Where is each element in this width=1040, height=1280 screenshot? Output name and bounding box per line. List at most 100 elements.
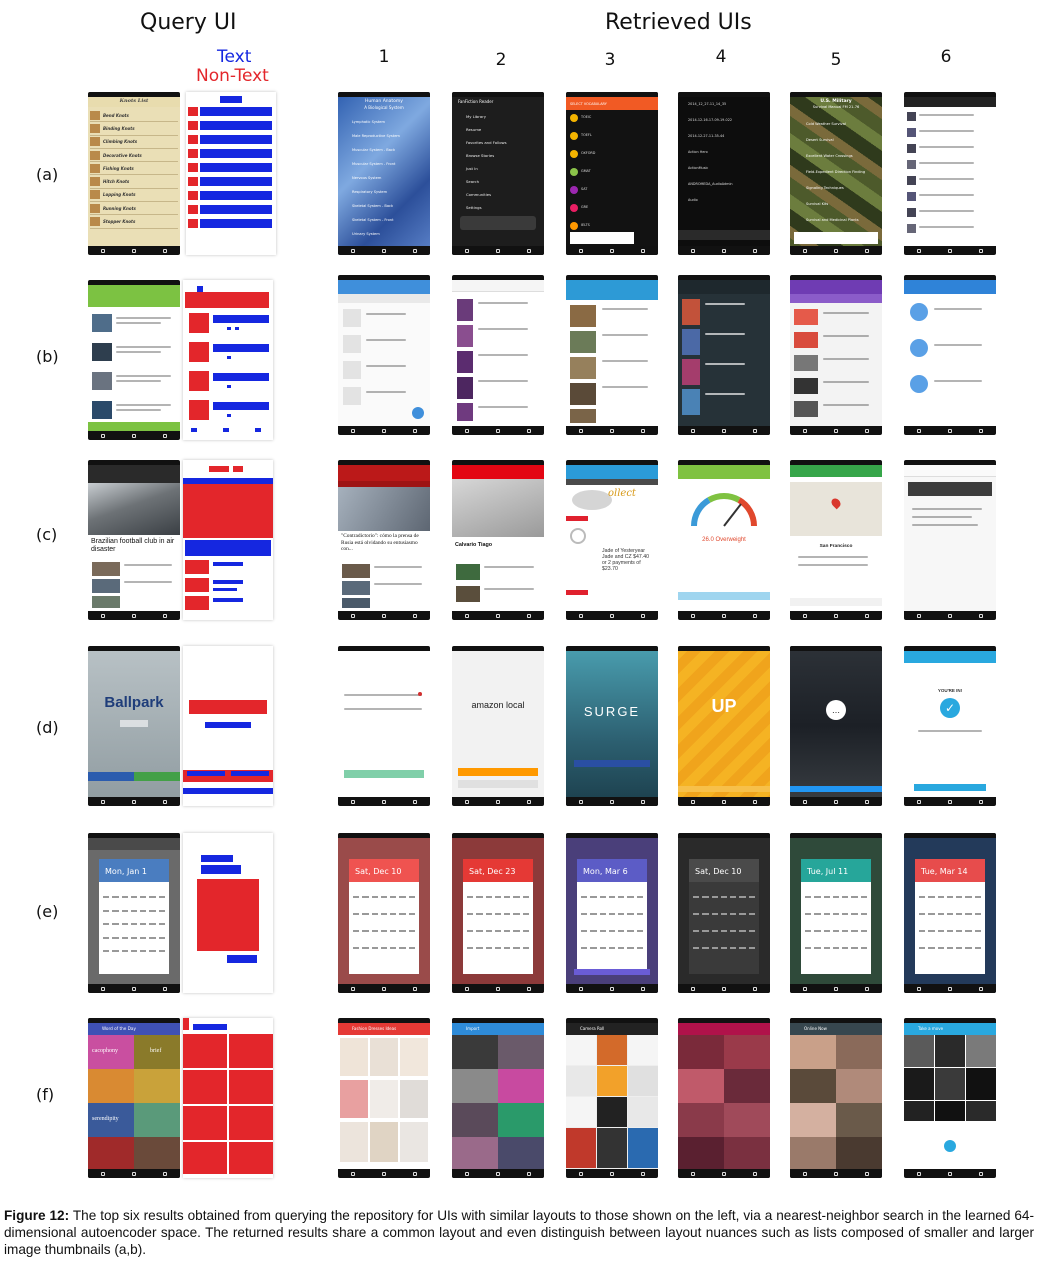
retrieved-screenshot-f-5: Online Now: [790, 1018, 882, 1178]
retrieved-screenshot-c-1: "Contradictorio": cómo la prensa de Rusi…: [338, 460, 430, 620]
list-item: Resume: [466, 127, 482, 132]
selected-date: Sat, Dec 23: [469, 866, 516, 876]
retrieved-screenshot-e-5: Tue, Jul 11: [790, 833, 882, 993]
word-tile: cacophony: [92, 1048, 118, 1054]
retrieved-screenshot-a-6: [904, 92, 996, 255]
app-title: SELECT VOCABULARY: [570, 102, 607, 106]
row-label-e: (e): [36, 902, 59, 921]
query-mask-b: [183, 280, 273, 440]
date-picker-dialog: Mon, Mar 6: [577, 858, 647, 974]
bmi-value: 26.0 Overweight: [702, 537, 746, 543]
query-screenshot-c: Brazilian football club in air disaster: [88, 460, 180, 620]
list-item: Fishing Knots: [90, 162, 178, 176]
query-screenshot-b: [88, 280, 180, 440]
selected-date: Mon, Mar 6: [583, 866, 628, 876]
word-tile: brief: [150, 1048, 162, 1054]
retrieved-screenshot-c-2: Calvario Tiago: [452, 460, 544, 620]
list-item: Climbing Knots: [90, 136, 178, 149]
app-title: Online Now: [804, 1026, 827, 1031]
retrieved-screenshot-e-6: Tue, Mar 14: [904, 833, 996, 993]
selected-date: Mon, Jan 1: [105, 866, 147, 876]
article-headline: Calvario Tiago: [455, 542, 493, 548]
app-title: Import: [466, 1026, 480, 1031]
retrieved-screenshot-f-1: Fashion Dresses Ideas: [338, 1018, 430, 1178]
retrieved-screenshot-d-6: YOU'RE IN! ✓: [904, 646, 996, 806]
date-picker-dialog: Sat, Dec 10: [689, 858, 759, 974]
retrieved-screenshot-d-4: UP: [678, 646, 770, 806]
list-item: Male Reproductive System: [352, 134, 400, 138]
query-list: Bend Knots Binding Knots Climbing Knots …: [90, 109, 178, 229]
app-title: Word of the Day: [102, 1026, 136, 1031]
list-item: TOEFL: [581, 133, 592, 137]
figure-caption-text: The top six results obtained from queryi…: [4, 1208, 1034, 1257]
column-number-2: 2: [495, 50, 507, 70]
list-item: Urinary System: [352, 232, 380, 236]
retrieved-screenshot-e-2: Sat, Dec 23: [452, 833, 544, 993]
list-item: Cold Weather Survival: [806, 122, 846, 126]
row-label-b: (b): [36, 347, 59, 366]
list-item: Muscular System - Back: [352, 148, 396, 152]
gauge-icon: [690, 493, 758, 527]
row-label-a: (a): [36, 165, 59, 184]
list-item: GMAT: [581, 169, 591, 173]
legend-non-text-label: Non-Text: [196, 66, 269, 86]
list-item: TOEIC: [581, 115, 592, 119]
retrieved-screenshot-a-1: Human Anatomy A Biological System Lympha…: [338, 92, 430, 255]
retrieved-uis-header: Retrieved UIs: [605, 10, 752, 35]
retrieved-screenshot-e-1: Sat, Dec 10: [338, 833, 430, 993]
list-item: Survival Kits: [806, 202, 829, 206]
retrieved-screenshot-f-4: [678, 1018, 770, 1178]
retrieved-screenshot-b-3: [566, 275, 658, 435]
query-mask-d: [183, 646, 273, 806]
column-number-1: 1: [378, 47, 390, 67]
app-title: Fashion Dresses Ideas: [352, 1026, 397, 1031]
query-screenshot-a: Knots List Bend Knots Binding Knots Clim…: [88, 92, 180, 255]
list-item: Running Knots: [90, 202, 178, 216]
app-title: U.S. Military: [820, 99, 852, 104]
retrieved-screenshot-c-6: [904, 460, 996, 620]
list-item: IELTS: [581, 223, 590, 227]
retrieved-screenshot-b-6: [904, 275, 996, 435]
retrieved-screenshot-e-4: Sat, Dec 10: [678, 833, 770, 993]
list-item: Search: [466, 179, 480, 184]
date-picker-dialog: Sat, Dec 10: [349, 858, 419, 974]
retrieved-screenshot-f-6: Take a move: [904, 1018, 996, 1178]
app-title: FanFiction Reader: [458, 99, 494, 104]
retrieved-screenshot-c-4: 26.0 Overweight: [678, 460, 770, 620]
figure-label: Figure 12:: [4, 1208, 70, 1223]
selected-date: Sat, Dec 10: [695, 866, 742, 876]
list-item: Bend Knots: [90, 109, 178, 123]
list-item: Action Hero: [688, 150, 708, 154]
retrieved-screenshot-a-5: U.S. Military Survival Manual FM 21-76 C…: [790, 92, 882, 255]
query-mask-c: [183, 460, 273, 620]
retrieved-screenshot-d-3: SURGE: [566, 646, 658, 806]
query-screenshot-f: Word of the Day cacophony brief serendip…: [88, 1018, 180, 1178]
list-item: Communities: [466, 192, 492, 197]
date-picker-dialog: Tue, Mar 14: [915, 858, 985, 974]
retrieved-screenshot-b-5: [790, 275, 882, 435]
selected-date: Tue, Mar 14: [921, 866, 968, 876]
retrieved-screenshot-e-3: Mon, Mar 6: [566, 833, 658, 993]
app-subtitle: Survival Manual FM 21-76: [812, 105, 860, 109]
list-item: Settings: [466, 205, 482, 210]
chat-icon: …: [826, 700, 846, 720]
list-item: Favorites and Follows: [466, 140, 507, 145]
selected-date: Tue, Jul 11: [807, 866, 849, 876]
list-item: 2014_12_27-11_14_35: [688, 102, 727, 106]
retrieved-screenshot-d-5: …: [790, 646, 882, 806]
retrieved-screenshot-b-1: [338, 275, 430, 435]
list-item: Skeletal System - Front: [352, 218, 394, 222]
list-item: Muscular System - Front: [352, 162, 396, 166]
list-item: GRE: [581, 205, 589, 209]
list-item: Binding Knots: [90, 122, 178, 136]
list-item: Browse Stories: [466, 153, 495, 158]
retrieved-screenshot-d-2: amazon local: [452, 646, 544, 806]
list-item: Survival and Medicinal Plants: [806, 218, 859, 222]
date-picker-dialog: Mon, Jan 1: [99, 858, 169, 974]
brand-logo: UP: [711, 696, 737, 716]
retrieved-screenshot-c-3: ollect Jade of Yesteryear Jade and CZ $4…: [566, 460, 658, 620]
retrieved-screenshot-f-2: Import: [452, 1018, 544, 1178]
app-title: Human Anatomy: [365, 99, 403, 104]
list-item: Nervous System: [352, 176, 382, 180]
list-item: Audio: [688, 198, 698, 202]
